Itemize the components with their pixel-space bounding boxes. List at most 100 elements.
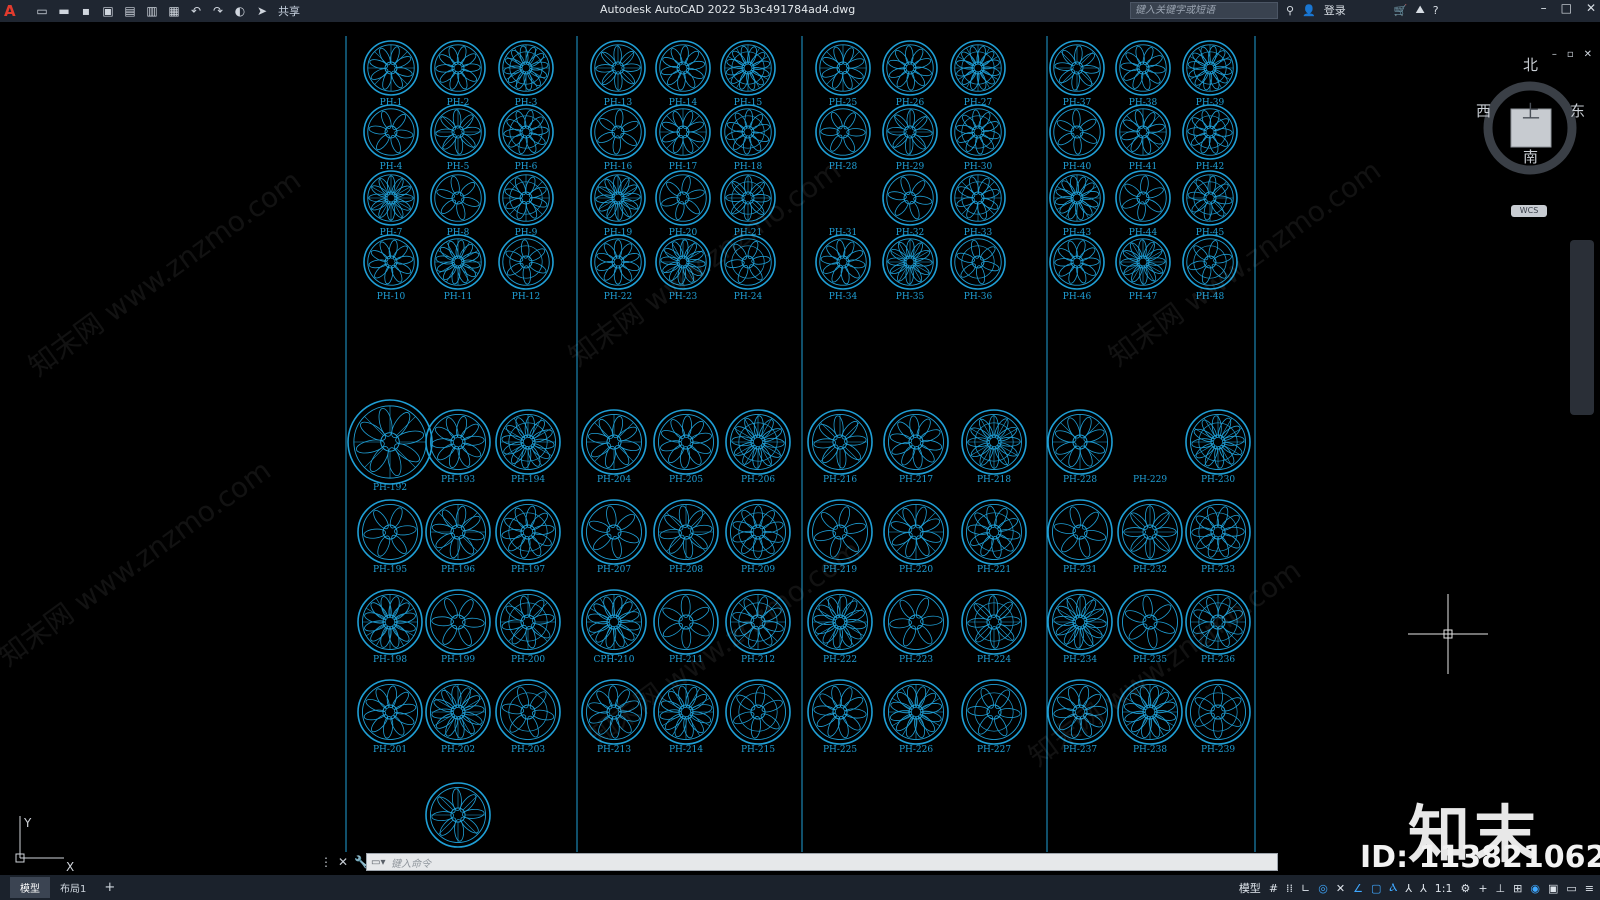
share-button[interactable]: 共享 [278, 3, 300, 19]
rosette-symbol[interactable] [430, 104, 486, 160]
rosette-symbol[interactable] [882, 234, 938, 290]
auto-scale-icon[interactable]: ⅄ [1405, 882, 1412, 895]
rosette-symbol[interactable] [807, 589, 873, 655]
dynamic-input-icon[interactable]: ▢ [1371, 882, 1381, 895]
rosette-symbol[interactable] [882, 40, 938, 96]
drawing-viewport[interactable]: PH-1 PH-2 PH-3 PH-4 PH-5 PH-6 PH-7 PH-8 PH-9 PH-1… [0, 22, 1600, 874]
rosette-symbol[interactable] [581, 589, 647, 655]
rosette-symbol[interactable] [495, 409, 561, 475]
rosette-symbol[interactable] [425, 499, 491, 565]
rosette-symbol[interactable] [495, 499, 561, 565]
rosette-symbol[interactable] [807, 409, 873, 475]
rosette-symbol[interactable] [1049, 170, 1105, 226]
rosette-symbol[interactable] [655, 40, 711, 96]
rosette-symbol[interactable] [1185, 589, 1251, 655]
isolate-icon[interactable]: ◉ [1530, 882, 1540, 895]
annotation-visibility-icon[interactable]: Ⲁ [1389, 881, 1397, 895]
rosette-symbol[interactable] [1185, 409, 1251, 475]
command-prompt-icon[interactable]: ▭▾ [371, 857, 391, 868]
rosette-symbol[interactable] [720, 104, 776, 160]
compass-east[interactable]: 东 [1570, 100, 1585, 121]
redo-icon[interactable]: ↷ [210, 3, 226, 19]
rosette-symbol[interactable] [581, 409, 647, 475]
rosette-symbol[interactable] [1185, 499, 1251, 565]
rosette-symbol[interactable] [1047, 409, 1113, 475]
autocad-logo-icon[interactable]: A [4, 3, 20, 19]
rosette-symbol[interactable] [883, 679, 949, 745]
rosette-symbol[interactable] [425, 679, 491, 745]
rosette-symbol[interactable] [498, 170, 554, 226]
customize-icon[interactable]: ≡ [1585, 882, 1594, 895]
share-icon[interactable]: ➤ [254, 3, 270, 19]
tab-model[interactable]: 模型 [10, 877, 50, 898]
rosette-symbol[interactable] [720, 40, 776, 96]
undo-icon[interactable]: ↶ [188, 3, 204, 19]
tab-layout1[interactable]: 布局1 [50, 877, 96, 898]
rosette-symbol[interactable] [1115, 170, 1171, 226]
rosette-symbol[interactable] [725, 679, 791, 745]
rosette-symbol[interactable] [363, 40, 419, 96]
command-input[interactable]: ▭▾ 键入命令 [366, 853, 1278, 871]
rosette-symbol[interactable] [1049, 40, 1105, 96]
rosette-symbol[interactable] [1049, 104, 1105, 160]
rosette-symbol[interactable] [1117, 499, 1183, 565]
cart-icon[interactable]: 🛒 [1394, 4, 1408, 17]
command-close-button[interactable]: ✕ [338, 855, 348, 869]
login-button[interactable]: 登录 [1324, 2, 1346, 18]
rosette-symbol[interactable] [653, 409, 719, 475]
rosette-symbol[interactable] [581, 679, 647, 745]
rosette-symbol[interactable] [655, 104, 711, 160]
rosette-symbol[interactable] [882, 170, 938, 226]
rosette-symbol[interactable] [498, 104, 554, 160]
osnap-icon[interactable]: ✕ [1336, 882, 1345, 895]
rosette-symbol[interactable] [347, 399, 433, 485]
rosette-symbol[interactable] [1185, 679, 1251, 745]
rosette-symbol[interactable] [882, 104, 938, 160]
rosette-symbol[interactable] [1047, 679, 1113, 745]
rosette-symbol[interactable] [815, 104, 871, 160]
open-icon[interactable]: ▬ [56, 3, 72, 19]
rosette-symbol[interactable] [425, 589, 491, 655]
rosette-symbol[interactable] [495, 589, 561, 655]
rosette-symbol[interactable] [653, 589, 719, 655]
rosette-symbol[interactable] [495, 679, 561, 745]
rosette-symbol[interactable] [357, 499, 423, 565]
navigation-bar[interactable] [1570, 240, 1594, 415]
add-layout-button[interactable]: + [96, 880, 123, 895]
close-button[interactable]: ✕ [1586, 1, 1596, 15]
help-icon[interactable]: ? [1433, 4, 1439, 17]
new-icon[interactable]: ▭ [34, 3, 50, 19]
maximize-button[interactable]: □ [1561, 1, 1572, 15]
rosette-symbol[interactable] [430, 234, 486, 290]
annotation-scale-icon[interactable]: ⅄ [1420, 882, 1427, 895]
rosette-symbol[interactable] [1115, 40, 1171, 96]
command-grip-icon[interactable]: ⋮ [320, 855, 332, 869]
quick-properties-icon[interactable]: ⊞ [1513, 882, 1522, 895]
otrack-icon[interactable]: ∠ [1353, 882, 1363, 895]
rosette-symbol[interactable] [725, 499, 791, 565]
ortho-icon[interactable]: ∟ [1301, 882, 1310, 895]
rosette-symbol[interactable] [1047, 499, 1113, 565]
rosette-symbol[interactable] [1182, 170, 1238, 226]
rosette-symbol[interactable] [590, 104, 646, 160]
rosette-symbol[interactable] [950, 104, 1006, 160]
rosette-symbol[interactable] [1047, 589, 1113, 655]
compass-west[interactable]: 西 [1476, 100, 1491, 121]
rosette-symbol[interactable] [653, 679, 719, 745]
rosette-symbol[interactable] [590, 170, 646, 226]
rosette-symbol[interactable] [357, 589, 423, 655]
rosette-symbol[interactable] [655, 234, 711, 290]
workspace-icon[interactable]: ◐ [232, 3, 248, 19]
rosette-symbol[interactable] [883, 499, 949, 565]
save-icon[interactable]: ▪ [78, 3, 94, 19]
viewcube-face-top[interactable]: 上 [1522, 98, 1540, 124]
rosette-symbol[interactable] [1182, 40, 1238, 96]
rosette-symbol[interactable] [498, 234, 554, 290]
rosette-symbol[interactable] [653, 499, 719, 565]
rosette-symbol[interactable] [363, 104, 419, 160]
autodesk-app-icon[interactable]: ⛰ [1415, 3, 1424, 17]
rosette-symbol[interactable] [590, 234, 646, 290]
search-icon[interactable]: ⚲ [1286, 4, 1294, 17]
rosette-symbol[interactable] [720, 234, 776, 290]
rosette-symbol[interactable] [430, 40, 486, 96]
